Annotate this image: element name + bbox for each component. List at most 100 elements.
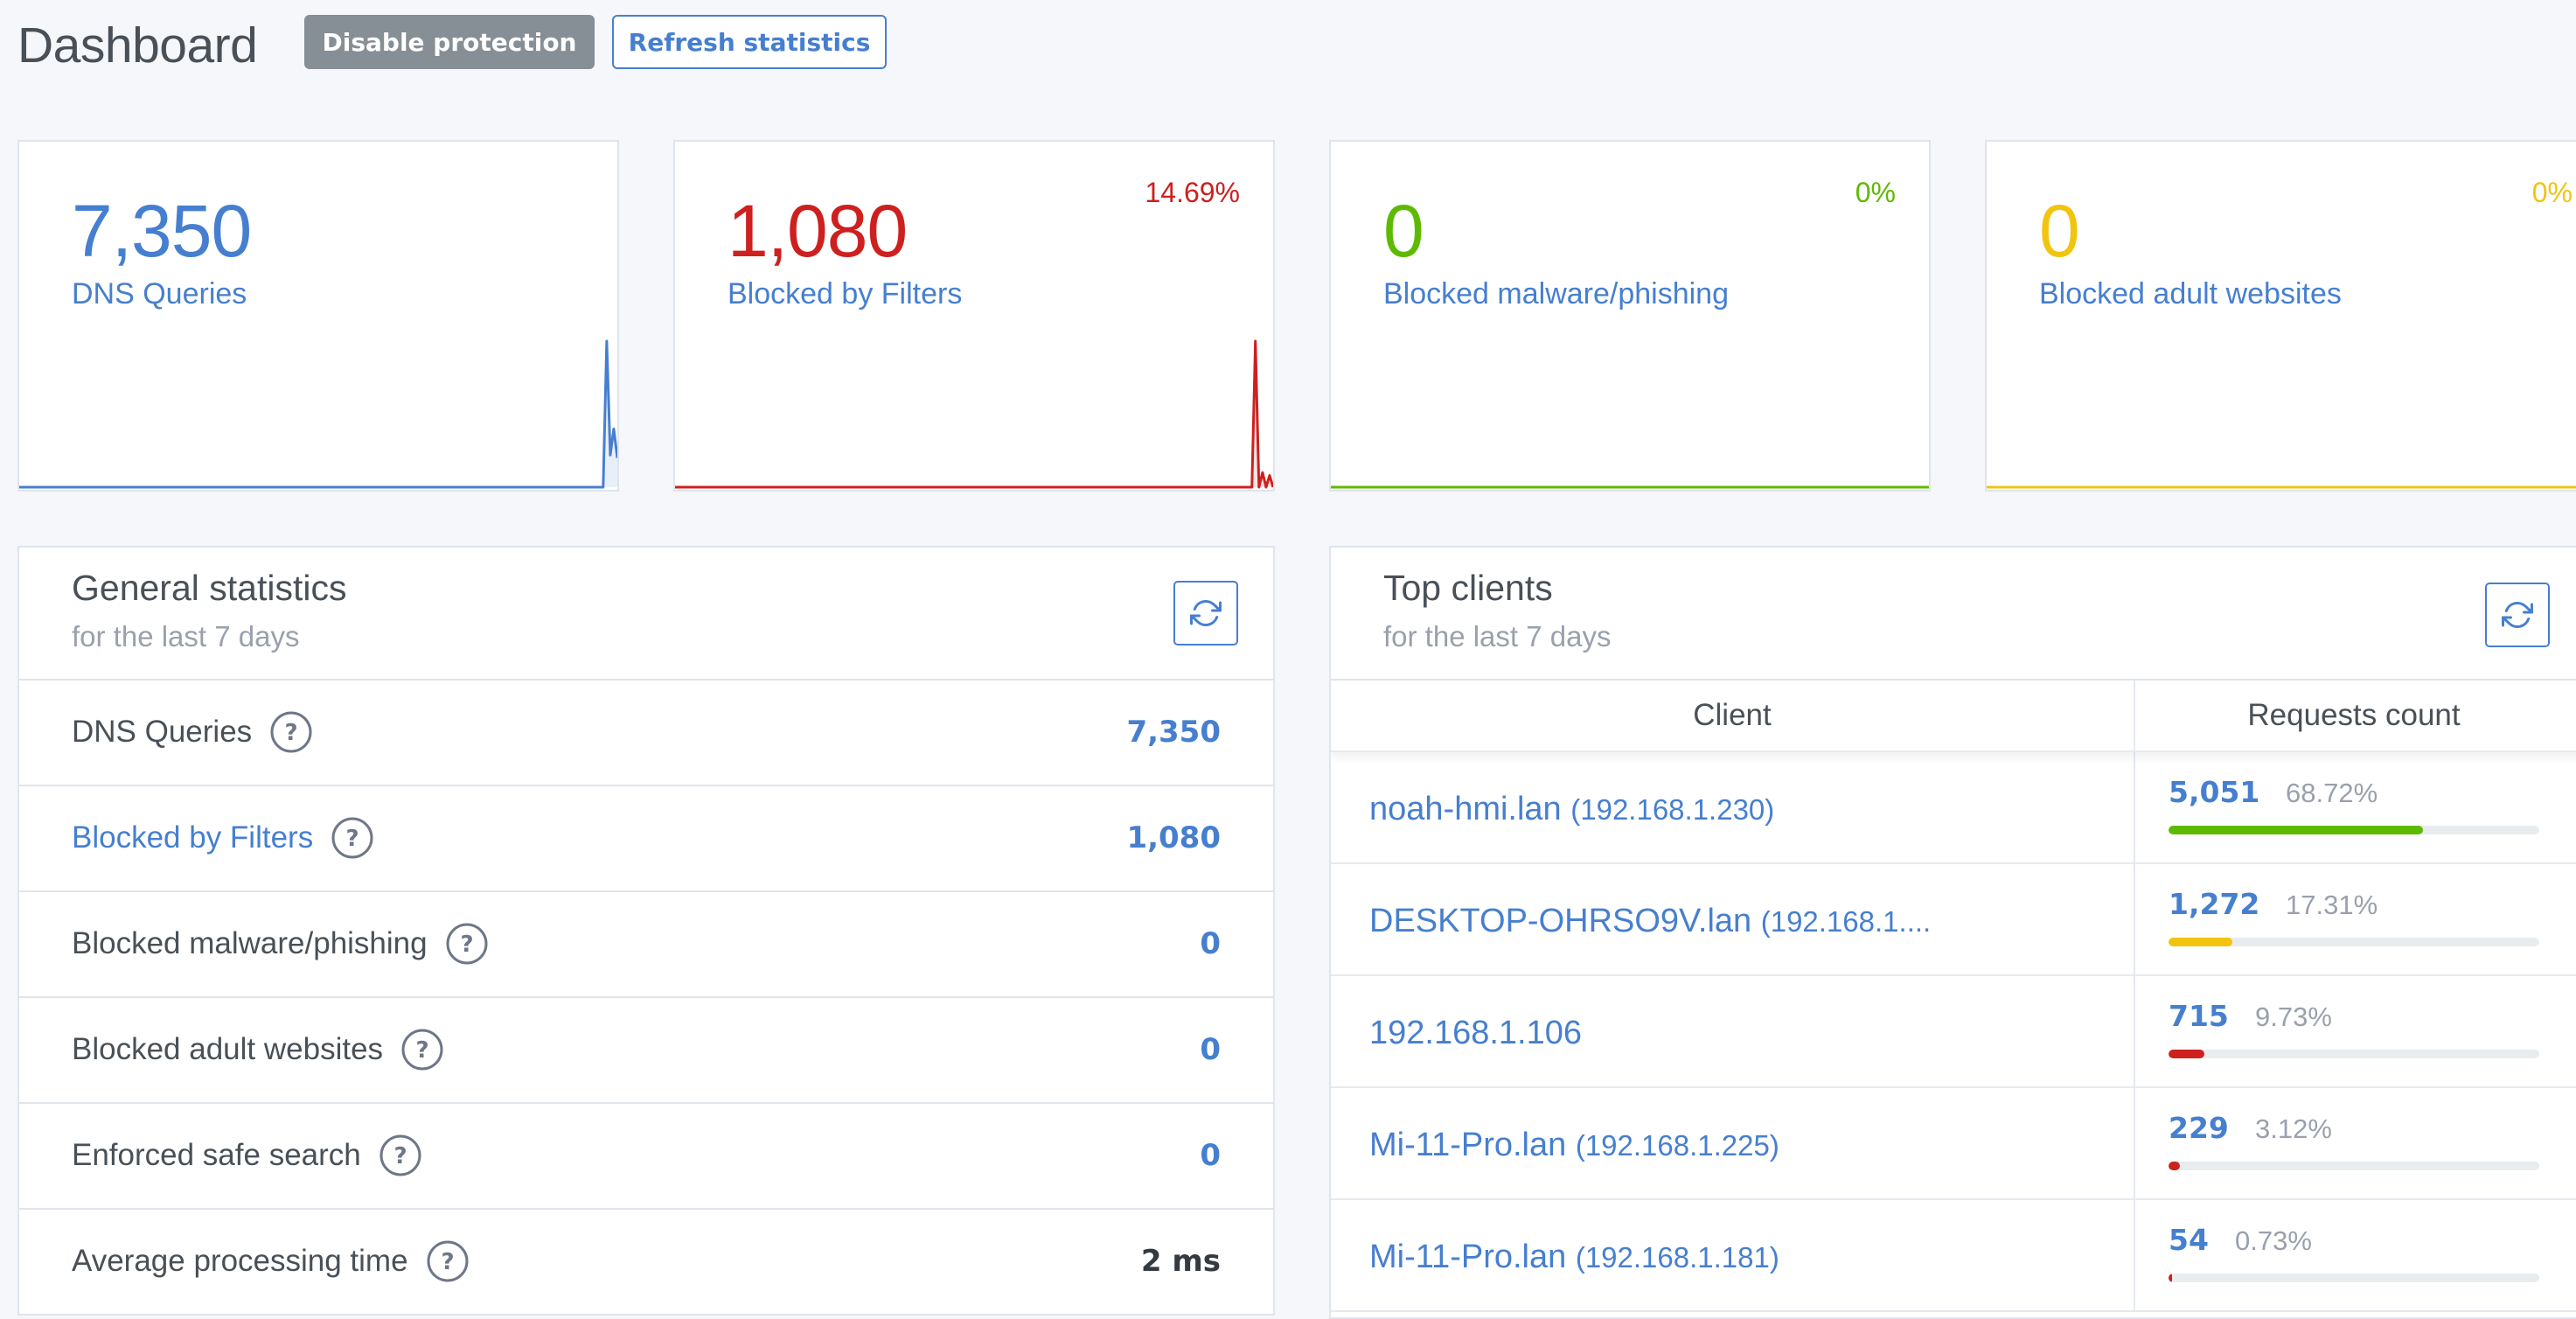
stat-row-blocked-malware: Blocked malware/phishing ? 0 xyxy=(19,892,1273,998)
svg-text:?: ? xyxy=(346,826,359,852)
stat-label[interactable]: Blocked adult websites xyxy=(2039,275,2342,313)
client-link[interactable]: noah-hmi.lan (192.168.1.230) xyxy=(1369,787,1774,832)
progress-bar xyxy=(2169,1050,2539,1058)
svg-text:?: ? xyxy=(285,720,298,746)
table-row: Mi-11-Pro.lan (192.168.1.225) 229 3.12% xyxy=(1331,1088,2576,1200)
row-label: Blocked adult websites ? xyxy=(72,1028,444,1071)
refresh-top-clients-button[interactable] xyxy=(2485,583,2550,647)
row-label[interactable]: Blocked by Filters ? xyxy=(72,816,374,860)
panel-subtitle: for the last 7 days xyxy=(72,620,300,653)
table-row: DESKTOP-OHRSO9V.lan (192.168.1.... 1,272… xyxy=(1331,864,2576,976)
column-header-requests-count[interactable]: Requests count xyxy=(2134,680,2573,750)
stat-card-dns-queries: 7,350 DNS Queries xyxy=(17,140,619,492)
panel-header: Top clients for the last 7 days xyxy=(1331,548,2576,680)
refresh-statistics-button[interactable]: Refresh statistics xyxy=(612,15,887,69)
stat-value: 7,350 xyxy=(72,190,252,272)
stat-percent: 0% xyxy=(2531,177,2573,208)
request-percent: 9.73% xyxy=(2255,1001,2332,1032)
stat-label[interactable]: DNS Queries xyxy=(72,275,247,313)
table-header: Client Requests count xyxy=(1331,680,2576,752)
row-label: Enforced safe search ? xyxy=(72,1134,422,1177)
general-statistics-panel: General statistics for the last 7 days D… xyxy=(17,546,1275,1316)
stat-value: 1,080 xyxy=(728,190,908,272)
stat-label[interactable]: Blocked by Filters xyxy=(728,275,962,313)
row-label: Blocked malware/phishing ? xyxy=(72,922,489,966)
row-label-text: DNS Queries xyxy=(72,715,253,749)
progress-fill xyxy=(2169,1050,2205,1058)
request-count: 229 xyxy=(2169,1111,2229,1145)
help-icon[interactable]: ? xyxy=(426,1239,470,1283)
row-label: DNS Queries ? xyxy=(72,710,313,754)
row-label-text: Blocked malware/phishing xyxy=(72,926,428,960)
top-clients-table: Client Requests count noah-hmi.lan (192.… xyxy=(1331,680,2576,1312)
table-row: noah-hmi.lan (192.168.1.230) 5,051 68.72… xyxy=(1331,752,2576,864)
row-value: 0 xyxy=(1200,1138,1221,1173)
stat-card-blocked-filters: 14.69% 1,080 Blocked by Filters xyxy=(673,140,1275,492)
svg-text:?: ? xyxy=(416,1037,429,1064)
stat-value: 0 xyxy=(1383,190,1424,272)
stat-row-blocked-filters: Blocked by Filters ? 1,080 xyxy=(19,786,1273,892)
sparkline-area xyxy=(19,341,617,487)
panel-subtitle: for the last 7 days xyxy=(1383,620,1612,653)
help-icon[interactable]: ? xyxy=(331,816,374,860)
progress-bar xyxy=(2169,1162,2539,1170)
client-link[interactable]: Mi-11-Pro.lan (192.168.1.225) xyxy=(1369,1123,1779,1168)
sparkline-line xyxy=(19,339,617,489)
sparkline-line xyxy=(675,339,1273,489)
column-header-client[interactable]: Client xyxy=(1331,680,2134,750)
row-value: 0 xyxy=(1200,926,1221,961)
sparkline-chart xyxy=(1987,485,2576,489)
client-link[interactable]: Mi-11-Pro.lan (192.168.1.181) xyxy=(1369,1235,1779,1280)
row-label-text: Blocked adult websites xyxy=(72,1032,384,1066)
stat-card-blocked-malware: 0% 0 Blocked malware/phishing xyxy=(1329,140,1931,492)
top-clients-panel: Top clients for the last 7 days Client R… xyxy=(1329,546,2576,1319)
sparkline-chart xyxy=(19,339,617,489)
progress-bar xyxy=(2169,1274,2539,1282)
row-label-text: Average processing time xyxy=(72,1244,408,1278)
progress-bar xyxy=(2169,938,2539,946)
stat-row-blocked-adult: Blocked adult websites ? 0 xyxy=(19,998,1273,1104)
help-icon[interactable]: ? xyxy=(400,1028,444,1071)
help-icon[interactable]: ? xyxy=(445,922,489,966)
client-name[interactable]: DESKTOP-OHRSO9V.lan xyxy=(1369,903,1751,939)
request-percent: 3.12% xyxy=(2255,1113,2332,1144)
stat-value: 0 xyxy=(2039,190,2080,272)
sparkline-chart xyxy=(675,339,1273,489)
client-link[interactable]: DESKTOP-OHRSO9V.lan (192.168.1.... xyxy=(1369,899,1931,944)
sparkline-chart xyxy=(1331,485,1929,489)
client-name[interactable]: Mi-11-Pro.lan xyxy=(1369,1127,1566,1163)
request-count: 54 xyxy=(2169,1223,2209,1257)
client-name[interactable]: 192.168.1.106 xyxy=(1369,1015,1582,1051)
client-ip: (192.168.1.... xyxy=(1760,905,1932,938)
stat-percent: 0% xyxy=(1855,177,1896,208)
panel-header: General statistics for the last 7 days xyxy=(19,548,1273,680)
disable-protection-button[interactable]: Disable protection xyxy=(304,15,595,69)
progress-fill xyxy=(2169,1274,2172,1282)
row-value: 0 xyxy=(1200,1032,1221,1067)
client-ip: (192.168.1.181) xyxy=(1575,1241,1779,1274)
row-value: 2 ms xyxy=(1140,1244,1221,1279)
row-label-text: Enforced safe search xyxy=(72,1138,361,1172)
refresh-icon xyxy=(1190,600,1222,626)
request-percent: 0.73% xyxy=(2235,1225,2312,1256)
client-name[interactable]: Mi-11-Pro.lan xyxy=(1369,1239,1566,1275)
stat-row-avg-processing-time: Average processing time ? 2 ms xyxy=(19,1210,1273,1314)
client-name[interactable]: noah-hmi.lan xyxy=(1369,791,1562,827)
stat-row-safe-search: Enforced safe search ? 0 xyxy=(19,1104,1273,1210)
row-value: 1,080 xyxy=(1126,820,1221,855)
progress-fill xyxy=(2169,826,2424,834)
refresh-general-stats-button[interactable] xyxy=(1173,581,1238,646)
row-value: 7,350 xyxy=(1126,715,1221,750)
svg-text:?: ? xyxy=(441,1249,454,1275)
help-icon[interactable]: ? xyxy=(269,710,313,754)
panel-title: Top clients xyxy=(1383,568,1553,608)
row-label-text[interactable]: Blocked by Filters xyxy=(72,816,313,860)
request-count: 5,051 xyxy=(2169,775,2260,809)
sparkline-area xyxy=(675,341,1273,487)
stat-label[interactable]: Blocked malware/phishing xyxy=(1383,275,1729,313)
client-link[interactable]: 192.168.1.106 xyxy=(1369,1011,1582,1056)
request-count: 715 xyxy=(2169,999,2229,1033)
help-icon[interactable]: ? xyxy=(379,1134,422,1177)
stat-row-dns-queries: DNS Queries ? 7,350 xyxy=(19,680,1273,786)
client-ip: (192.168.1.225) xyxy=(1575,1129,1779,1162)
